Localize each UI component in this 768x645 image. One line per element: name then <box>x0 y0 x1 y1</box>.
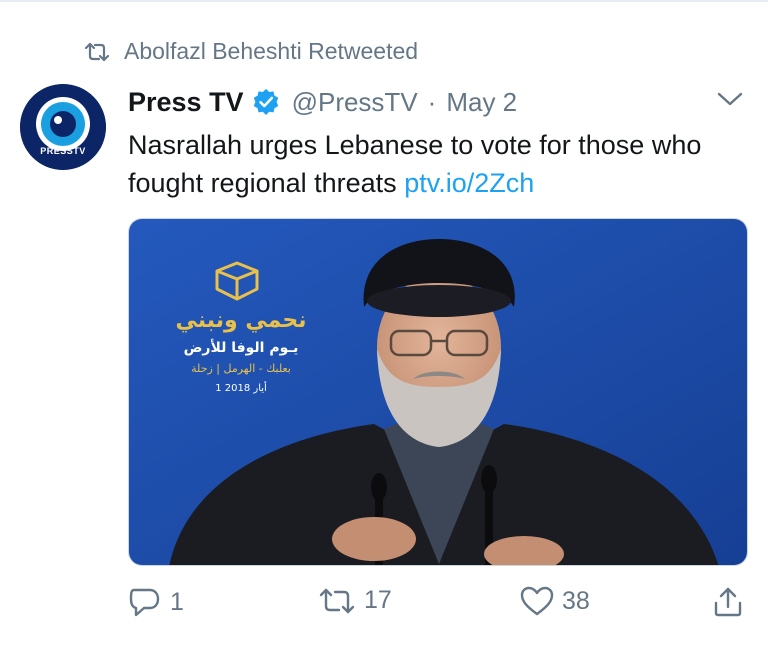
retweet-icon <box>318 587 356 615</box>
tweet-header: Press TV @PressTV · May 2 <box>128 82 748 122</box>
avatar-label: PRESSTV <box>40 146 86 156</box>
share-button[interactable] <box>712 586 744 618</box>
press-tv-logo <box>20 84 106 170</box>
share-icon <box>712 586 744 618</box>
chevron-down-icon[interactable] <box>716 90 744 113</box>
header-separator: · <box>427 86 437 117</box>
author-handle[interactable]: @PressTV <box>292 87 418 118</box>
tweet-link[interactable]: ptv.io/2Zch <box>404 168 534 198</box>
banner-date: 1 أيار 2018 <box>215 381 267 394</box>
heart-icon <box>520 586 554 616</box>
tweet-media-image[interactable]: نحمي ونبني يـوم الوفا للأرض بعلبك - الهر… <box>128 218 748 566</box>
retweet-context[interactable]: Abolfazl Beheshti Retweeted <box>84 38 418 65</box>
tweet-actions: 1 17 38 <box>128 586 748 630</box>
tweet-date[interactable]: May 2 <box>446 87 517 118</box>
reply-button[interactable]: 1 <box>128 586 184 618</box>
tweet-text: Nasrallah urges Lebanese to vote for tho… <box>128 126 728 202</box>
retweet-button[interactable]: 17 <box>318 586 392 615</box>
author-name[interactable]: Press TV <box>128 87 244 118</box>
like-button[interactable]: 38 <box>520 586 590 616</box>
retweet-context-text: Abolfazl Beheshti Retweeted <box>124 38 419 64</box>
tweet-card[interactable]: Abolfazl Beheshti Retweeted PRESSTV Pres… <box>0 0 768 645</box>
retweet-count: 17 <box>364 586 392 614</box>
banner-title: نحمي ونبني <box>176 308 307 333</box>
banner-line-1: يـوم الوفا للأرض <box>184 339 299 356</box>
reply-icon <box>128 586 162 618</box>
avatar[interactable]: PRESSTV <box>20 84 106 170</box>
verified-badge-icon <box>252 88 280 116</box>
like-count: 38 <box>562 586 590 615</box>
retweet-icon <box>84 42 110 62</box>
banner-line-2: بعلبك - الهرمل | زحلة <box>191 362 291 375</box>
reply-count: 1 <box>170 587 184 616</box>
